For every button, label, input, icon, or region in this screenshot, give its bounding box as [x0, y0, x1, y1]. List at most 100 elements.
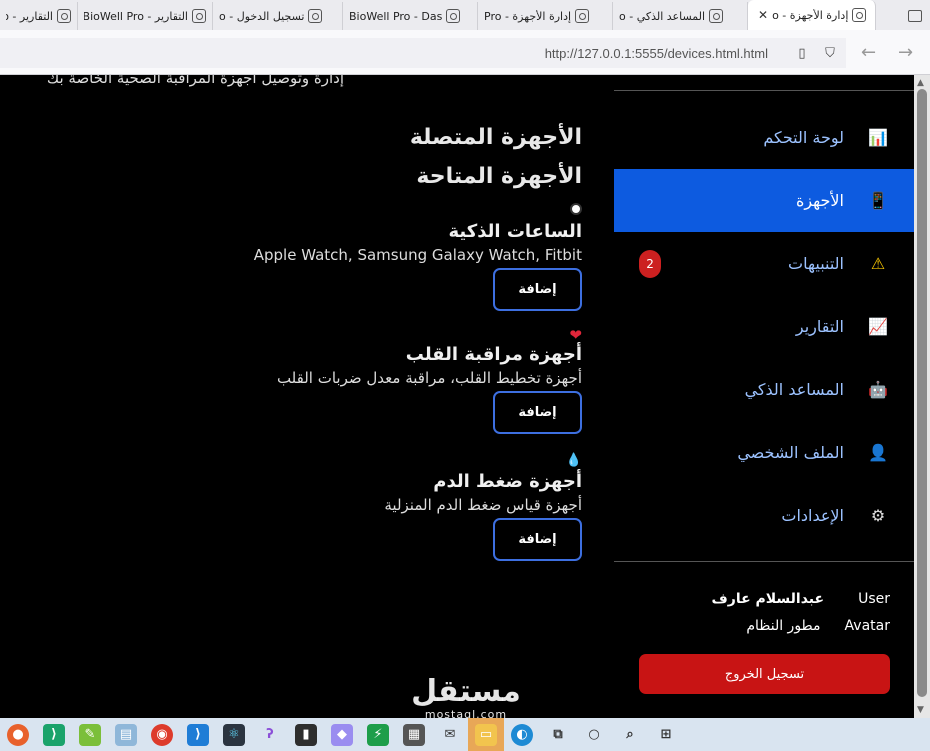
add-device-button[interactable]: إضافة — [493, 391, 582, 434]
taskbar-app-bar[interactable]: ▮ — [288, 718, 324, 751]
taskbar-mail[interactable]: ✉ — [432, 718, 468, 751]
watermark-text: مستقل — [411, 674, 521, 709]
broadcast-icon — [709, 9, 724, 23]
robot-icon: 🤖 — [868, 380, 888, 399]
taskbar-edge[interactable]: ◐ — [504, 718, 540, 751]
broadcast-icon — [446, 9, 461, 23]
mobile-phone-icon: 📱 — [868, 191, 888, 210]
sidebar-item-ai-assistant[interactable]: 🤖 المساعد الذكي — [614, 358, 914, 421]
browser-tab[interactable]: التقارير - BioWell Pro — [78, 2, 213, 30]
taskbar-start[interactable]: ⊞ — [648, 718, 684, 751]
purple-app-icon: ʔ — [266, 727, 274, 742]
page-icon[interactable]: ▯ — [794, 45, 810, 61]
add-device-button[interactable]: إضافة — [493, 268, 582, 311]
page-scrollbar[interactable]: ▲ ▼ — [914, 75, 930, 718]
sidebar: 📊 لوحة التحكم 📱 الأجهزة ⚠ التنبيهات 2 📈 … — [614, 75, 914, 718]
sidebar-item-devices[interactable]: 📱 الأجهزة — [614, 169, 914, 232]
notebook-icon: ▤ — [115, 723, 137, 746]
browser-tab[interactable]: التقارير - o — [0, 2, 78, 30]
main-content: إدارة وتوصيل أجهزة المراقبة الصحية الخاص… — [0, 75, 614, 718]
user-icon: 👤 — [868, 443, 888, 462]
url-text[interactable]: http://127.0.0.1:5555/devices.html.html — [545, 46, 768, 61]
taskbar-cortana[interactable]: ○ — [576, 718, 612, 751]
scrollbar-thumb[interactable] — [917, 89, 927, 697]
taskbar-react[interactable]: ⚛ — [216, 718, 252, 751]
browser-tab[interactable]: إدارة الأجهزة - Pro — [478, 2, 613, 30]
device-description: Apple Watch, Samsung Galaxy Watch, Fitbi… — [253, 246, 582, 264]
browser-tab[interactable]: تسجيل الدخول - o — [213, 2, 343, 30]
watermark-logo: مستقل mostaql.com — [406, 676, 526, 722]
sidebar-item-reports[interactable]: 📈 التقارير — [614, 295, 914, 358]
sidebar-item-settings[interactable]: ⚙ الإعدادات — [614, 484, 914, 547]
trend-chart-icon: 📈 — [868, 317, 888, 336]
device-name: الساعات الذكية — [448, 221, 582, 242]
vscode-green-icon: ⟩ — [43, 723, 65, 746]
sidebar-divider — [614, 90, 914, 91]
browser-tab-active[interactable]: ✕ إدارة الأجهزة - o — [748, 0, 876, 30]
tab-label: إدارة الأجهزة - Pro — [484, 9, 572, 23]
sidebar-item-label: الإعدادات — [781, 506, 844, 525]
sidebar-item-label: لوحة التحكم — [763, 128, 844, 147]
taskbar-app[interactable]: ▤ — [108, 718, 144, 751]
sidebar-divider — [614, 561, 914, 562]
taskbar-app[interactable]: ⚡ — [360, 718, 396, 751]
browser-tab[interactable]: BioWell Pro - Das — [343, 2, 478, 30]
shield-icon[interactable]: ⛉ — [822, 45, 838, 61]
tab-label: التقارير - BioWell Pro — [84, 9, 188, 23]
tab-list-icon — [908, 10, 922, 22]
sidebar-item-profile[interactable]: 👤 الملف الشخصي — [614, 421, 914, 484]
windows-taskbar: ● ⟩ ✎ ▤ ◉ ⟩ ⚛ ʔ ▮ ◆ ⚡ ▦ ✉ ▭ ◐ ⧉ ○ ⌕ ⊞ — [0, 718, 930, 751]
broadcast-icon — [57, 9, 71, 23]
tab-label: إدارة الأجهزة - o — [772, 8, 849, 22]
vscode-icon: ⟩ — [187, 723, 209, 746]
sidebar-item-label: المساعد الذكي — [744, 380, 844, 399]
react-icon: ⚛ — [223, 723, 245, 746]
user-info: User عبدالسلام عارف — [712, 591, 891, 607]
taskbar-store[interactable]: ▦ — [396, 718, 432, 751]
watch-icon — [222, 203, 582, 219]
gear-icon: ⚙ — [870, 506, 886, 525]
tab-label: تسجيل الدخول - o — [219, 9, 305, 23]
scroll-up-arrow-icon[interactable]: ▲ — [917, 78, 924, 88]
taskbar-app-purple[interactable]: ʔ — [252, 718, 288, 751]
broadcast-icon — [575, 9, 590, 23]
user-role-row: Avatar مطور النظام — [746, 618, 890, 634]
logout-button[interactable]: تسجيل الخروج — [639, 654, 890, 694]
add-device-button[interactable]: إضافة — [493, 518, 582, 561]
taskbar-chrome[interactable]: ◉ — [144, 718, 180, 751]
chrome-icon: ◉ — [151, 723, 173, 746]
sidebar-item-dashboard[interactable]: 📊 لوحة التحكم — [614, 106, 914, 169]
taskbar-search[interactable]: ⌕ — [612, 718, 648, 751]
folder-icon: ▭ — [475, 723, 497, 746]
search-icon: ⌕ — [626, 727, 634, 742]
taskbar-app[interactable]: ◆ — [324, 718, 360, 751]
available-devices-heading: الأجهزة المتاحة — [416, 164, 582, 189]
back-button[interactable]: ← — [861, 42, 876, 63]
cortana-circle-icon: ○ — [588, 727, 600, 742]
device-description: أجهزة تخطيط القلب، مراقبة معدل ضربات الق… — [276, 369, 582, 387]
tab-label: المساعد الذكي - o — [619, 9, 706, 23]
browser-nav-bar: http://127.0.0.1:5555/devices.html.html … — [0, 30, 930, 75]
taskbar-vscode[interactable]: ⟩ — [36, 718, 72, 751]
close-tab-icon[interactable]: ✕ — [758, 8, 768, 22]
address-bar[interactable]: http://127.0.0.1:5555/devices.html.html … — [0, 38, 846, 68]
notepad-icon: ✎ — [79, 723, 101, 746]
tab-label: التقارير - o — [6, 9, 53, 23]
taskbar-task-view[interactable]: ⧉ — [540, 718, 576, 751]
list-all-tabs-button[interactable] — [900, 2, 930, 30]
taskbar-file-explorer[interactable]: ▭ — [468, 718, 504, 751]
device-description: أجهزة قياس ضغط الدم المنزلية — [384, 496, 582, 514]
device-card: ❤ أجهزة مراقبة القلب أجهزة تخطيط القلب، … — [222, 326, 582, 434]
taskbar-vscode-blue[interactable]: ⟩ — [180, 718, 216, 751]
browser-tab[interactable]: المساعد الذكي - o — [613, 2, 748, 30]
sidebar-item-alerts[interactable]: ⚠ التنبيهات 2 — [614, 232, 914, 295]
device-card: الساعات الذكية Apple Watch, Samsung Gala… — [222, 203, 582, 311]
windows-logo-icon: ⊞ — [660, 727, 672, 742]
page-subtitle: إدارة وتوصيل أجهزة المراقبة الصحية الخاص… — [46, 75, 344, 87]
taskbar-firefox[interactable]: ● — [0, 718, 36, 751]
forward-button[interactable]: → — [898, 42, 913, 63]
mail-icon: ✉ — [444, 727, 456, 742]
warning-icon: ⚠ — [870, 254, 886, 273]
scroll-down-arrow-icon[interactable]: ▼ — [917, 705, 924, 715]
taskbar-notepad[interactable]: ✎ — [72, 718, 108, 751]
